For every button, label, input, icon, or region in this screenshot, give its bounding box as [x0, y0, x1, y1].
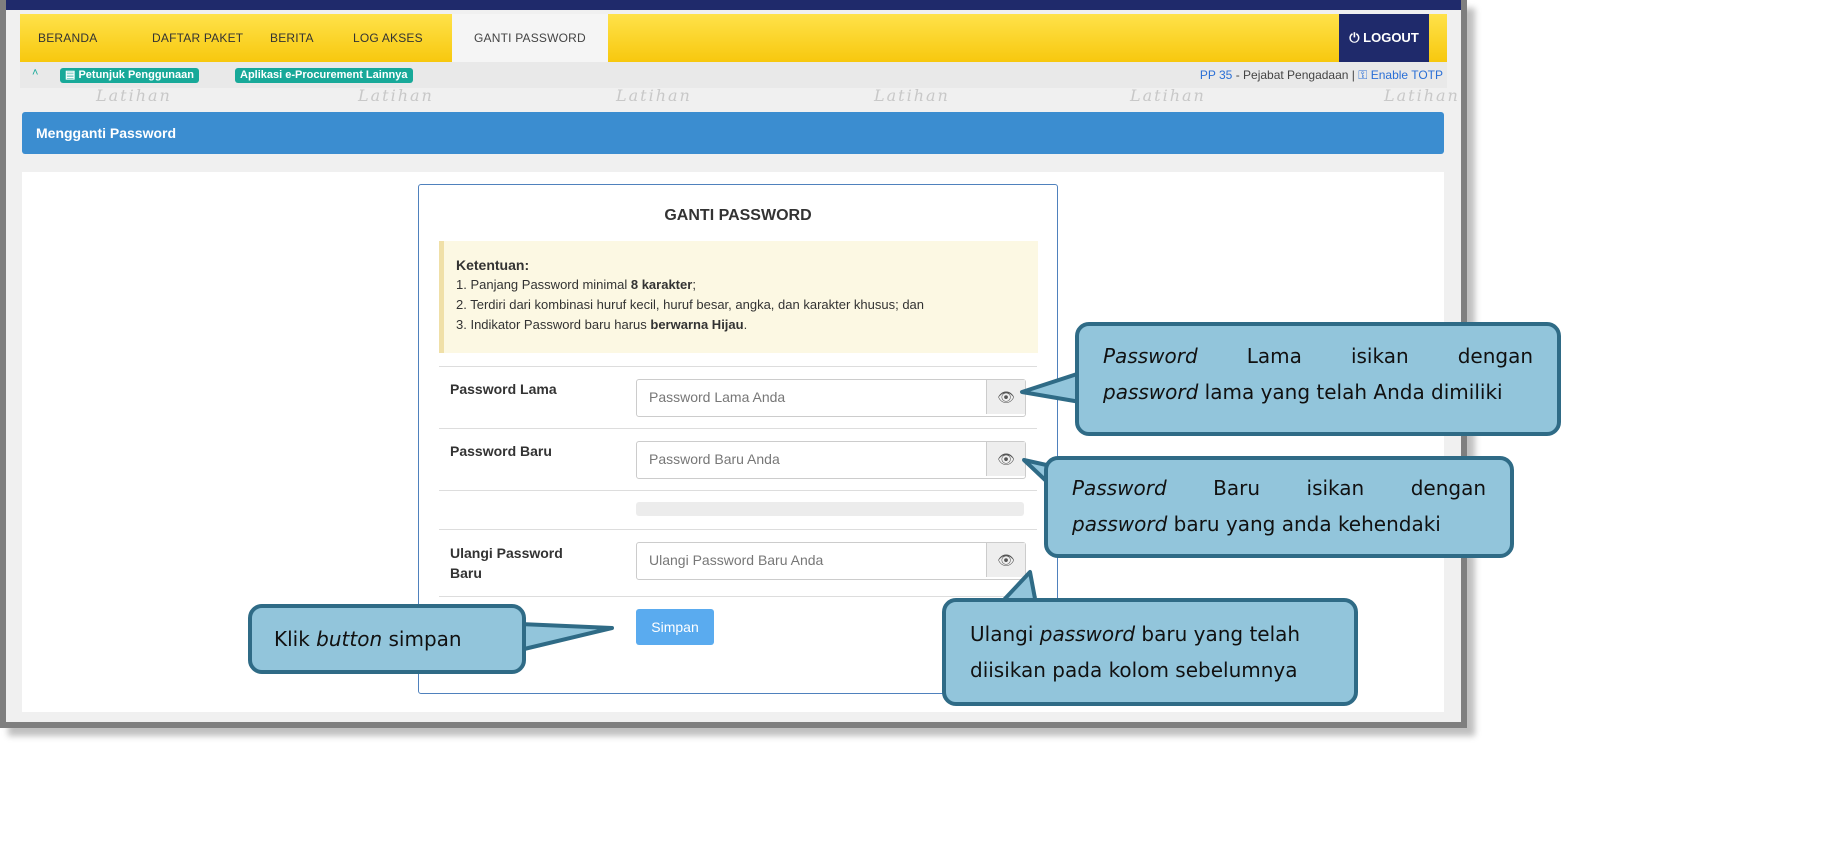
nav-berita[interactable]: BERITA	[270, 14, 314, 62]
eye-icon[interactable]: 👁	[986, 380, 1025, 414]
nav-ganti-password[interactable]: GANTI PASSWORD	[452, 14, 608, 62]
eye-icon[interactable]: 👁	[986, 442, 1025, 476]
logout-label: LOGOUT	[1363, 30, 1419, 45]
save-button[interactable]: Simpan	[636, 609, 714, 645]
divider	[439, 529, 1037, 530]
callout-save-text: Klik button simpan	[274, 627, 462, 651]
divider	[439, 490, 1037, 491]
new-password-input[interactable]	[637, 442, 1001, 476]
repeat-password-input[interactable]	[637, 543, 1001, 577]
enable-totp-link[interactable]: Enable TOTP	[1371, 68, 1443, 82]
nav-daftar-paket[interactable]: DAFTAR PAKET	[152, 14, 243, 62]
callout-repeat-line1: Ulangi password baru yang telah	[970, 622, 1301, 646]
page-title: Mengganti Password	[36, 125, 177, 141]
callout-repeat-line2: diisikan pada kolom sebelumnya	[970, 658, 1298, 682]
key-icon: ⚿	[1358, 68, 1368, 82]
rules-heading: Ketentuan:	[456, 257, 530, 273]
callout-old-line1: Password Lama isikan dengan	[1103, 344, 1534, 368]
power-icon: ⏻	[1349, 30, 1360, 45]
user-code: PP 35	[1199, 68, 1233, 82]
watermark: Latihan	[1384, 86, 1460, 105]
rule-3: 3. Indikator Password baru harus berwarn…	[456, 317, 748, 332]
callout-save: Klik button simpan	[248, 604, 526, 674]
watermark: Latihan	[1130, 86, 1206, 105]
repeat-label-line2: Baru	[450, 565, 482, 581]
guide-link[interactable]: ▤ Petunjuk Penggunaan	[60, 68, 199, 83]
rule-1: 1. Panjang Password minimal 8 karakter;	[456, 277, 696, 292]
nav-log-akses[interactable]: LOG AKSES	[353, 14, 423, 62]
sub-toolbar: ˄ ▤ Petunjuk Penggunaan Aplikasi e-Procu…	[20, 62, 1447, 88]
user-role: - Pejabat Pengadaan |	[1232, 68, 1359, 82]
callout-old-line2: password lama yang telah Anda dimiliki	[1103, 380, 1503, 404]
callout-new-line2: password baru yang anda kehendaki	[1072, 512, 1441, 536]
repeat-password-field: 👁	[636, 542, 1026, 580]
watermark: Latihan	[616, 86, 692, 105]
chevron-up-icon[interactable]: ˄	[32, 67, 38, 79]
card-title: GANTI PASSWORD	[664, 207, 812, 224]
callout-new-line1: Password Baru isikan dengan	[1072, 476, 1487, 500]
repeat-password-label: Ulangi Password Baru	[450, 543, 563, 583]
callout-new-password: Password Baru isikan dengan password bar…	[1044, 456, 1514, 558]
rules-box: Ketentuan: 1. Panjang Password minimal 8…	[439, 241, 1038, 353]
page-title-bar: Mengganti Password	[22, 112, 1444, 154]
divider	[439, 366, 1037, 367]
logout-button[interactable]: ⏻ LOGOUT	[1339, 14, 1429, 62]
old-password-field: 👁	[636, 379, 1026, 417]
watermark: Latihan	[874, 86, 950, 105]
old-password-label: Password Lama	[450, 381, 557, 397]
nav-beranda[interactable]: BERANDA	[38, 14, 97, 62]
eye-icon[interactable]: 👁	[986, 543, 1025, 577]
other-apps-link[interactable]: Aplikasi e-Procurement Lainnya	[235, 68, 413, 83]
guide-label: Petunjuk Penggunaan	[78, 69, 194, 81]
divider	[439, 596, 1037, 597]
callout-repeat-password: Ulangi password baru yang telah diisikan…	[942, 598, 1358, 706]
book-icon: ▤	[65, 69, 76, 81]
new-password-field: 👁	[636, 441, 1026, 479]
user-info: PP 35 - Pejabat Pengadaan | ⚿ Enable TOT…	[1200, 68, 1443, 83]
top-stripe	[6, 0, 1461, 10]
repeat-label-line1: Ulangi Password	[450, 545, 563, 561]
rule-2: 2. Terdiri dari kombinasi huruf kecil, h…	[456, 297, 925, 312]
watermark: Latihan	[96, 86, 172, 105]
new-password-label: Password Baru	[450, 443, 552, 459]
password-strength-meter	[636, 502, 1024, 516]
callout-old-password: Password Lama isikan dengan password lam…	[1075, 322, 1561, 436]
divider	[439, 428, 1037, 429]
watermark: Latihan	[358, 86, 434, 105]
old-password-input[interactable]	[637, 380, 1001, 414]
top-navbar: BERANDA DAFTAR PAKET BERITA LOG AKSES GA…	[20, 14, 1447, 62]
